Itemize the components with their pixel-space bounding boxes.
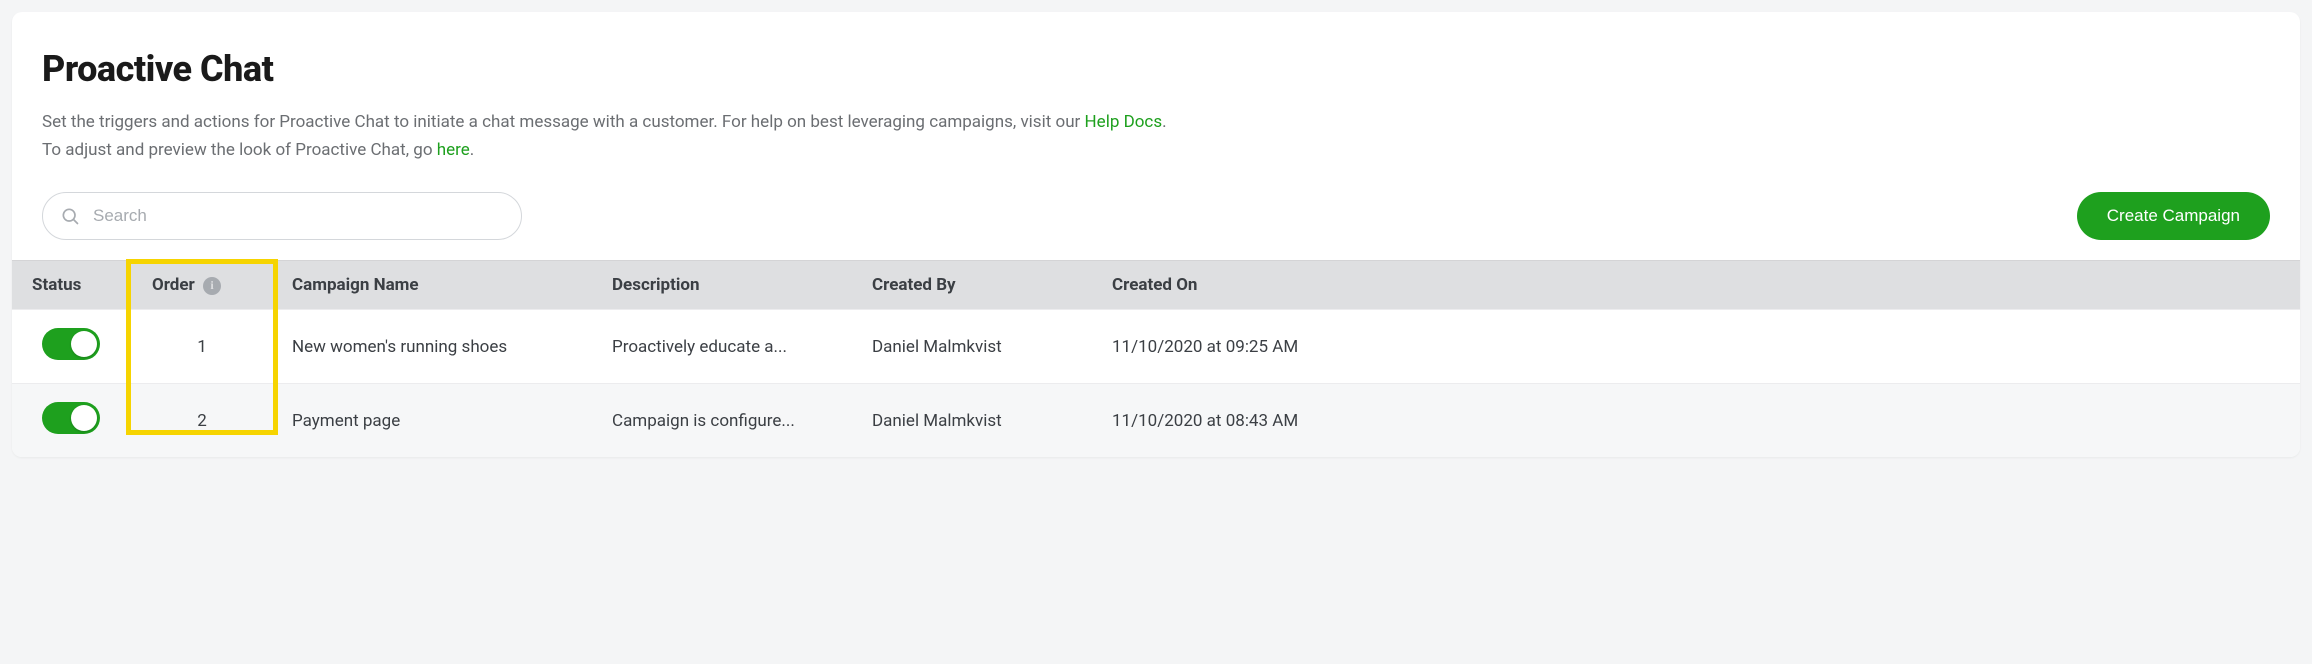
search-wrap xyxy=(42,192,522,240)
search-icon xyxy=(60,206,80,226)
cell-order: 1 xyxy=(132,310,272,384)
col-header-order-label: Order xyxy=(152,275,195,295)
help-docs-link[interactable]: Help Docs xyxy=(1085,112,1163,132)
subtext-line1-a: Set the triggers and actions for Proacti… xyxy=(42,112,1085,132)
page-subtext: Set the triggers and actions for Proacti… xyxy=(42,108,2270,164)
search-input[interactable] xyxy=(42,192,522,240)
table-row[interactable]: 2 Payment page Campaign is configure... … xyxy=(12,384,2300,458)
col-header-name[interactable]: Campaign Name xyxy=(272,261,592,310)
cell-name[interactable]: New women's running shoes xyxy=(272,310,592,384)
subtext-line1-b: . xyxy=(1162,112,1166,132)
info-icon[interactable]: i xyxy=(203,277,221,295)
subtext-line2-b: . xyxy=(470,140,474,160)
here-link[interactable]: here xyxy=(437,140,470,160)
cell-by: Daniel Malmkvist xyxy=(852,310,1092,384)
status-toggle[interactable] xyxy=(42,328,100,360)
create-campaign-button[interactable]: Create Campaign xyxy=(2077,192,2270,240)
table-row[interactable]: 1 New women's running shoes Proactively … xyxy=(12,310,2300,384)
status-toggle[interactable] xyxy=(42,402,100,434)
cell-order: 2 xyxy=(132,384,272,458)
controls-row: Create Campaign xyxy=(12,192,2300,260)
cell-by: Daniel Malmkvist xyxy=(852,384,1092,458)
col-header-on[interactable]: Created On xyxy=(1092,261,2300,310)
page-card: Proactive Chat Set the triggers and acti… xyxy=(12,12,2300,457)
table-header-row: Status Order i Campaign Name Description… xyxy=(12,261,2300,310)
col-header-desc[interactable]: Description xyxy=(592,261,852,310)
cell-on: 11/10/2020 at 08:43 AM xyxy=(1092,384,2300,458)
cell-desc: Campaign is configure... xyxy=(592,384,852,458)
cell-desc: Proactively educate a... xyxy=(592,310,852,384)
cell-name[interactable]: Payment page xyxy=(272,384,592,458)
col-header-status[interactable]: Status xyxy=(12,261,132,310)
page-title: Proactive Chat xyxy=(42,48,2270,90)
col-header-order[interactable]: Order i xyxy=(132,261,272,310)
header-block: Proactive Chat Set the triggers and acti… xyxy=(12,48,2300,164)
cell-on: 11/10/2020 at 09:25 AM xyxy=(1092,310,2300,384)
campaigns-table: Status Order i Campaign Name Description… xyxy=(12,260,2300,457)
col-header-by[interactable]: Created By xyxy=(852,261,1092,310)
subtext-line2-a: To adjust and preview the look of Proact… xyxy=(42,140,437,160)
